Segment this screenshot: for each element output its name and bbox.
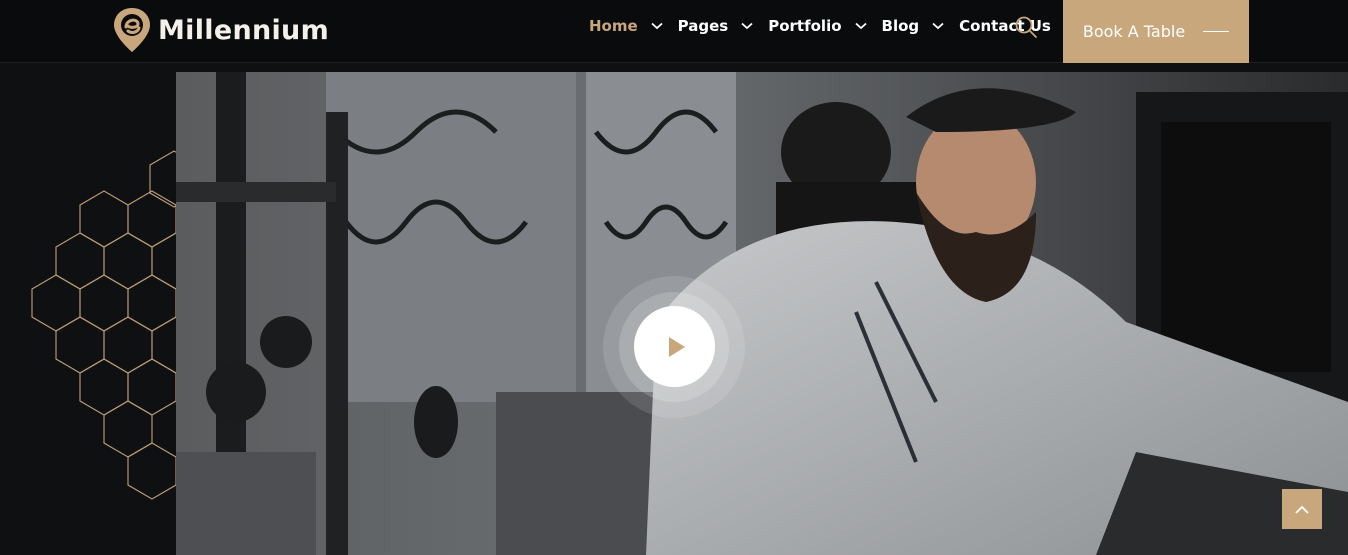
- search-icon[interactable]: [1014, 15, 1038, 39]
- main-nav: Home Pages Portfolio Blog Contact Us: [589, 17, 1051, 35]
- brand-name: Millennium: [158, 14, 329, 46]
- arrow-line-icon: [1203, 31, 1230, 32]
- brand-logo[interactable]: Millennium: [112, 6, 329, 54]
- scroll-to-top-button[interactable]: [1282, 489, 1322, 529]
- nav-item-blog[interactable]: Blog: [882, 17, 960, 35]
- nav-item-home[interactable]: Home: [589, 17, 678, 35]
- book-a-table-button[interactable]: Book A Table: [1063, 0, 1249, 63]
- chevron-up-icon: [1295, 505, 1309, 514]
- chef-in-kitchen-photo: [176, 72, 1348, 555]
- book-a-table-label: Book A Table: [1082, 22, 1186, 41]
- chevron-down-icon: [741, 22, 753, 30]
- nav-item-label: Blog: [881, 17, 920, 35]
- nav-item-portfolio[interactable]: Portfolio: [768, 17, 881, 35]
- nav-item-pages[interactable]: Pages: [678, 17, 769, 35]
- chevron-down-icon: [854, 22, 867, 30]
- site-header: Millennium Home Pages Portfolio Blog Con…: [0, 0, 1348, 63]
- nav-item-label: Home: [589, 17, 638, 35]
- photo-illustration: [176, 72, 1348, 555]
- pin-logo-icon: [114, 8, 150, 52]
- play-icon: [668, 336, 685, 357]
- play-button[interactable]: [634, 306, 715, 387]
- chevron-down-icon: [932, 22, 944, 30]
- nav-item-label: Portfolio: [768, 17, 842, 35]
- video-play-control: [603, 276, 745, 418]
- chevron-down-icon: [651, 22, 663, 30]
- hexagon-pattern: [31, 150, 180, 500]
- nav-item-label: Pages: [677, 17, 729, 35]
